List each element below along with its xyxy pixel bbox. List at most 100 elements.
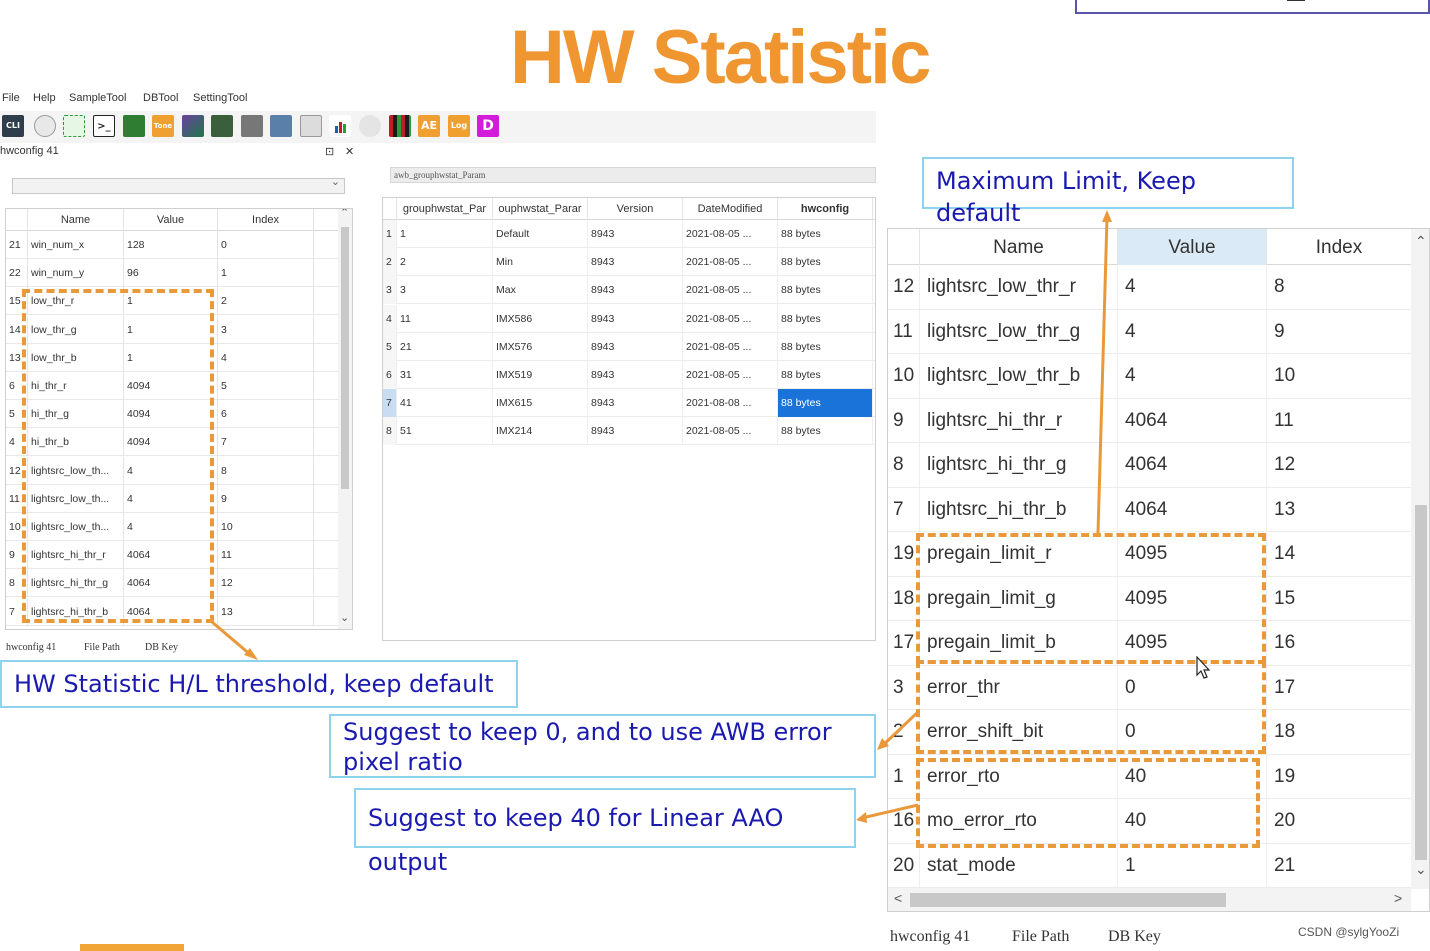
gear-icon[interactable] bbox=[359, 115, 381, 137]
param-value[interactable]: 4064 bbox=[1118, 487, 1267, 532]
scroll-right-icon[interactable]: > bbox=[1394, 890, 1402, 906]
col-name-header[interactable]: Name bbox=[28, 209, 124, 231]
row-hwconfig[interactable]: 88 bytes bbox=[778, 304, 873, 333]
row-id[interactable]: 41 bbox=[397, 389, 493, 418]
param-value[interactable]: 128 bbox=[124, 231, 218, 259]
row-id[interactable]: 1 bbox=[397, 220, 493, 248]
row-date[interactable]: 2021-08-05 ... bbox=[683, 276, 778, 305]
table-row[interactable]: 8 51 IMX214 8943 2021-08-05 ... 88 bytes bbox=[383, 417, 875, 446]
menu-help[interactable]: Help bbox=[33, 92, 56, 104]
row-version[interactable]: 8943 bbox=[588, 332, 683, 361]
mosaic-icon[interactable] bbox=[389, 115, 411, 137]
row-version[interactable]: 8943 bbox=[588, 417, 683, 446]
left-table-scrollbar[interactable]: ⌃ ⌄ bbox=[338, 209, 352, 629]
sphere-icon[interactable] bbox=[34, 115, 56, 137]
col-param-header[interactable]: ouphwstat_Parar bbox=[493, 198, 588, 220]
row-id[interactable]: 51 bbox=[397, 417, 493, 446]
grid-image-icon[interactable] bbox=[211, 115, 233, 137]
row-hwconfig[interactable]: 88 bytes bbox=[778, 389, 873, 418]
menu-dbtool[interactable]: DBTool bbox=[143, 92, 178, 104]
col-id-header[interactable]: grouphwstat_Par bbox=[397, 198, 493, 220]
row-number[interactable]: 1 bbox=[383, 220, 397, 248]
row-version[interactable]: 8943 bbox=[588, 361, 683, 389]
row-version[interactable]: 8943 bbox=[588, 304, 683, 333]
tree-icon[interactable] bbox=[123, 115, 145, 137]
row-number[interactable]: 4 bbox=[383, 304, 397, 333]
tone-icon[interactable]: Tone bbox=[152, 115, 174, 137]
tab-db-key[interactable]: DB Key bbox=[145, 642, 178, 653]
menu-settingtool[interactable]: SettingTool bbox=[193, 92, 247, 104]
row-id[interactable]: 31 bbox=[397, 361, 493, 389]
cli-icon[interactable]: CLI bbox=[2, 115, 24, 137]
row-name[interactable]: Max bbox=[493, 276, 588, 305]
row-name[interactable]: IMX576 bbox=[493, 332, 588, 361]
row-date[interactable]: 2021-08-05 ... bbox=[683, 248, 778, 277]
param-value[interactable]: 96 bbox=[124, 259, 218, 288]
row-version[interactable]: 8943 bbox=[588, 248, 683, 277]
table-row[interactable]: 2 2 Min 8943 2021-08-05 ... 88 bytes bbox=[383, 248, 875, 277]
col-value-header[interactable]: Value bbox=[1118, 229, 1267, 265]
scroll-up-icon[interactable]: ⌃ bbox=[340, 209, 349, 219]
bars-icon[interactable] bbox=[329, 115, 351, 137]
row-version[interactable]: 8943 bbox=[588, 276, 683, 305]
table-row[interactable]: 4 11 IMX586 8943 2021-08-05 ... 88 bytes bbox=[383, 304, 875, 333]
row-date[interactable]: 2021-08-08 ... bbox=[683, 389, 778, 418]
row-number[interactable]: 5 bbox=[383, 332, 397, 361]
tab-hwconfig[interactable]: hwconfig 41 bbox=[890, 928, 970, 946]
row-name[interactable]: Min bbox=[493, 248, 588, 277]
row-date[interactable]: 2021-08-05 ... bbox=[683, 332, 778, 361]
row-name[interactable]: Default bbox=[493, 220, 588, 248]
table-row[interactable]: 11 lightsrc_low_thr_g 4 9 bbox=[888, 309, 1412, 354]
col-version-header[interactable]: Version bbox=[588, 198, 683, 220]
row-hwconfig[interactable]: 88 bytes bbox=[778, 361, 873, 389]
row-number[interactable]: 7 bbox=[383, 389, 397, 418]
table-row[interactable]: 21 win_num_x 128 0 bbox=[6, 231, 339, 259]
tab-file-path[interactable]: File Path bbox=[1012, 928, 1069, 946]
col-value-header[interactable]: Value bbox=[124, 209, 218, 231]
row-hwconfig[interactable]: 88 bytes bbox=[778, 332, 873, 361]
row-date[interactable]: 2021-08-05 ... bbox=[683, 417, 778, 446]
table-row[interactable]: 22 win_num_y 96 1 bbox=[6, 259, 339, 288]
col-hwconfig-header[interactable]: hwconfig bbox=[778, 198, 873, 220]
row-version[interactable]: 8943 bbox=[588, 220, 683, 248]
row-date[interactable]: 2021-08-05 ... bbox=[683, 304, 778, 333]
ae-icon[interactable]: AE bbox=[418, 115, 440, 137]
image-icon[interactable] bbox=[182, 115, 204, 137]
col-date-header[interactable]: DateModified bbox=[683, 198, 778, 220]
table-row[interactable]: 1 1 Default 8943 2021-08-05 ... 88 bytes bbox=[383, 220, 875, 248]
table-row[interactable]: 6 31 IMX519 8943 2021-08-05 ... 88 bytes bbox=[383, 361, 875, 389]
close-icon[interactable]: ✕ bbox=[345, 145, 354, 158]
row-date[interactable]: 2021-08-05 ... bbox=[683, 220, 778, 248]
row-id[interactable]: 11 bbox=[397, 304, 493, 333]
table-row[interactable]: 7 lightsrc_hi_thr_b 4064 13 bbox=[888, 487, 1412, 532]
scroll-down-icon[interactable]: ⌄ bbox=[1415, 861, 1427, 878]
scroll-down-icon[interactable]: ⌄ bbox=[340, 611, 349, 624]
row-hwconfig[interactable]: 88 bytes bbox=[778, 417, 873, 446]
row-name[interactable]: IMX615 bbox=[493, 389, 588, 418]
row-hwconfig[interactable]: 88 bytes bbox=[778, 248, 873, 277]
table-row[interactable]: 9 lightsrc_hi_thr_r 4064 11 bbox=[888, 398, 1412, 443]
row-number[interactable]: 6 bbox=[383, 361, 397, 389]
tools-icon[interactable] bbox=[241, 115, 263, 137]
table-row[interactable]: 12 lightsrc_low_thr_r 4 8 bbox=[888, 265, 1412, 310]
crosshair-icon[interactable] bbox=[63, 115, 85, 137]
row-id[interactable]: 21 bbox=[397, 332, 493, 361]
row-name[interactable]: IMX586 bbox=[493, 304, 588, 333]
row-number[interactable]: 2 bbox=[383, 248, 397, 277]
col-index-header[interactable]: Index bbox=[1267, 229, 1412, 265]
scroll-left-icon[interactable]: < bbox=[894, 890, 902, 906]
row-name[interactable]: IMX519 bbox=[493, 361, 588, 389]
tab-hwconfig[interactable]: hwconfig 41 bbox=[6, 642, 56, 653]
row-number[interactable]: 8 bbox=[383, 417, 397, 446]
table-row[interactable]: 20 stat_mode 1 21 bbox=[888, 843, 1412, 888]
param-value[interactable]: 4 bbox=[1118, 354, 1267, 398]
table-row[interactable]: 7 41 IMX615 8943 2021-08-08 ... 88 bytes bbox=[383, 389, 875, 418]
left-pane-dropdown[interactable] bbox=[12, 175, 345, 194]
table-row[interactable]: 8 lightsrc_hi_thr_g 4064 12 bbox=[888, 443, 1412, 488]
row-name[interactable]: IMX214 bbox=[493, 417, 588, 446]
log-icon[interactable]: Log bbox=[448, 115, 470, 137]
table-row[interactable]: 3 3 Max 8943 2021-08-05 ... 88 bytes bbox=[383, 276, 875, 305]
col-index-header[interactable]: Index bbox=[218, 209, 314, 231]
tab-db-key[interactable]: DB Key bbox=[1108, 928, 1161, 946]
row-hwconfig[interactable]: 88 bytes bbox=[778, 220, 873, 248]
